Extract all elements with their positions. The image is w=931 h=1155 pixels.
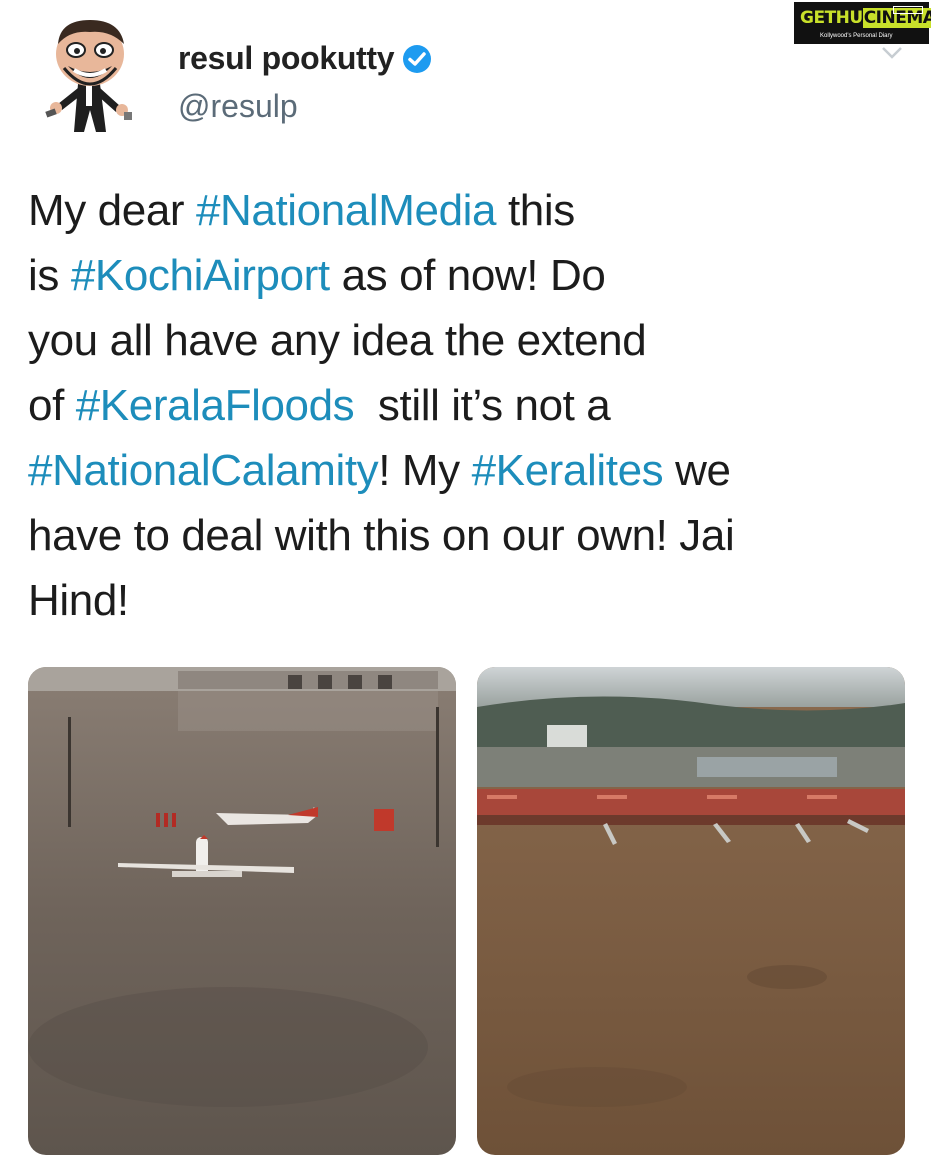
tweet-text-segment: ! My xyxy=(378,446,472,495)
user-handle[interactable]: @resulp xyxy=(178,88,298,125)
film-strip-icon xyxy=(893,6,923,14)
chevron-down-icon[interactable] xyxy=(881,46,903,60)
hashtag-link[interactable]: #KeralaFloods xyxy=(76,381,355,430)
flooded-terminal-aerial-photo[interactable] xyxy=(477,667,905,1155)
user-name-row[interactable]: resul pookutty xyxy=(178,40,432,77)
tweet-card: resul pookutty @resulp GETHUCINEMA Kolly… xyxy=(0,0,931,1155)
hashtag-link[interactable]: #Keralites xyxy=(472,446,664,495)
watermark-tagline: Kollywood's Personal Diary xyxy=(820,33,893,39)
watermark-logo: GETHUCINEMA Kollywood's Personal Diary xyxy=(792,0,931,46)
hashtag-link[interactable]: #KochiAirport xyxy=(71,251,330,300)
tweet-text-segment: My dear xyxy=(28,186,196,235)
hashtag-link[interactable]: #NationalMedia xyxy=(196,186,497,235)
caricature-avatar-icon xyxy=(45,20,132,132)
display-name[interactable]: resul pookutty xyxy=(178,40,395,77)
flooded-airport-aerial-image xyxy=(477,667,905,1155)
tweet-text: My dear #NationalMedia this is #KochiAir… xyxy=(28,178,908,633)
avatar[interactable] xyxy=(40,14,140,144)
verified-badge-icon xyxy=(403,44,432,73)
tweet-text-segment: still it’s not a xyxy=(377,381,611,430)
hashtag-link[interactable]: #NationalCalamity xyxy=(28,446,379,495)
flooded-runway-photo[interactable] xyxy=(28,667,456,1155)
flooded-airport-apron-image xyxy=(28,667,456,1155)
